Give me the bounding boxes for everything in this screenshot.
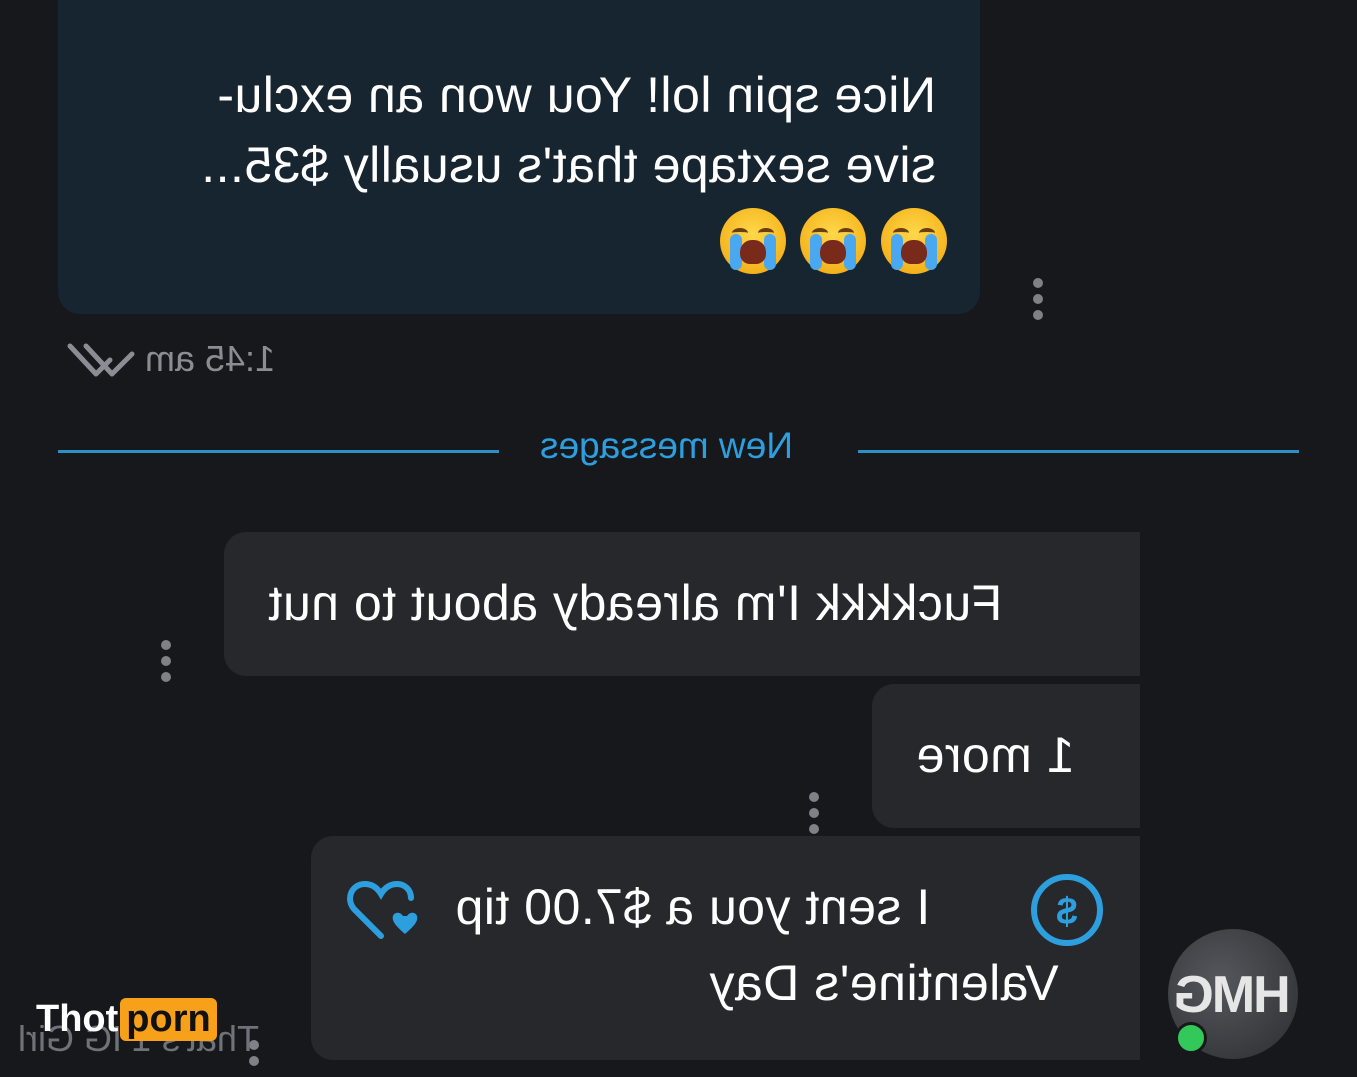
incoming-message-bubble: Fuckkkk I'm already about to nut [224,532,1140,676]
watermark-part-2: porn [120,998,217,1041]
incoming-message-bubble: 1 more [872,684,1140,828]
message-options-button[interactable] [160,640,172,682]
heart-plus-icon[interactable] [345,880,425,944]
tip-message-bubble: I sent you a $7.00 tip Valentine's Day $ [311,836,1140,1060]
message-timestamp: 1:45 am [145,338,276,379]
outgoing-line-2: sive sextape that's usually $35... [200,137,936,193]
incoming-message-text: Fuckkkk I'm already about to nut [268,575,1003,631]
loudly-crying-face-emoji [880,208,947,274]
message-options-button[interactable] [808,792,820,834]
avatar-initials: HMG [1175,966,1291,1024]
outgoing-message-bubble: Nice spin lol! You won an exclu- sive se… [58,0,980,314]
tip-text: I sent you a $7.00 tip [455,879,931,935]
watermark-logo: Thot porn [36,998,217,1041]
svg-text:$: $ [1056,891,1077,933]
emoji-row [710,208,947,279]
message-options-button[interactable] [1032,278,1044,320]
outgoing-line-1: Nice spin lol! You won an exclu- [216,67,936,123]
online-status-indicator [1175,1022,1207,1054]
divider-line-right [858,450,1299,453]
new-messages-label: New messages [540,425,793,466]
incoming-message-text: 1 more [916,727,1075,783]
loudly-crying-face-emoji [800,208,867,274]
double-check-icon [67,343,135,377]
dollar-circle-icon: $ [1031,874,1103,946]
divider-line-left [58,450,499,453]
loudly-crying-face-emoji [720,208,786,274]
outgoing-message-text: Nice spin lol! You won an exclu- sive se… [120,60,936,200]
watermark-part-1: Thot [36,998,119,1040]
tip-caption: Valentine's Day [709,955,1059,1011]
